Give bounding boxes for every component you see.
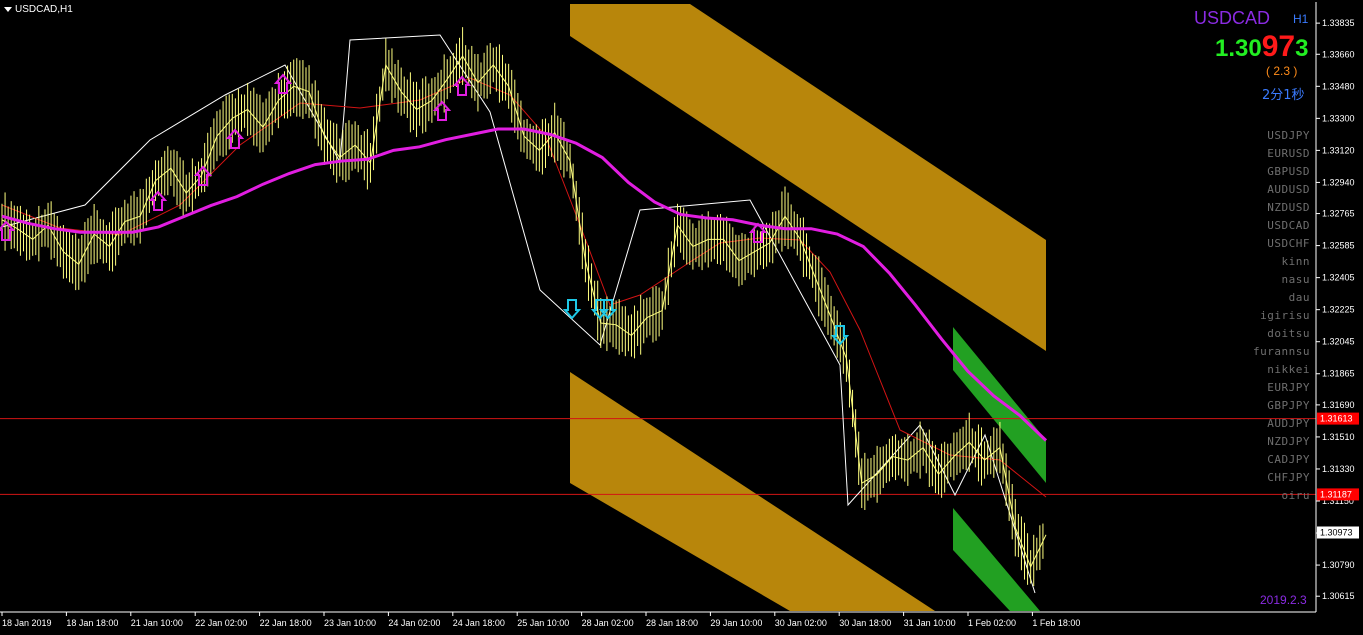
channel-green-lower xyxy=(953,508,1040,611)
price-tick-label: 1.32045 xyxy=(1322,337,1355,347)
chart-title[interactable]: USDCAD,H1 xyxy=(4,4,73,15)
pair-item[interactable]: AUDJPY xyxy=(1253,415,1310,433)
price-tick-label: 1.33660 xyxy=(1322,49,1355,59)
price-tick-label: 1.33120 xyxy=(1322,145,1355,155)
pair-item[interactable]: CHFJPY xyxy=(1253,469,1310,487)
indicator-version: 2019.2.3 xyxy=(1260,593,1307,607)
pair-item[interactable]: CADJPY xyxy=(1253,451,1310,469)
channel-bands xyxy=(570,4,1046,611)
buy-arrow-icon xyxy=(432,100,452,121)
price-tick-label: 1.32765 xyxy=(1322,209,1355,219)
price-tick-label: 1.32225 xyxy=(1322,305,1355,315)
time-tick-label: 25 Jan 10:00 xyxy=(517,618,569,628)
chart-title-text: USDCAD,H1 xyxy=(15,4,73,15)
channel-upper-band xyxy=(570,4,1046,351)
spread-value: ( 2.3 ) xyxy=(1266,64,1298,78)
price-tick-label: 1.31690 xyxy=(1322,400,1355,410)
price-tick-label: 1.32405 xyxy=(1322,273,1355,283)
pair-item[interactable]: NZDJPY xyxy=(1253,433,1310,451)
pair-item[interactable]: GBPUSD xyxy=(1253,163,1310,181)
price-tick-label: 1.30615 xyxy=(1322,591,1355,601)
pair-item[interactable]: EURJPY xyxy=(1253,379,1310,397)
time-tick-label: 18 Jan 2019 xyxy=(2,618,52,628)
pair-item[interactable]: nikkei xyxy=(1253,361,1310,379)
time-tick-label: 18 Jan 18:00 xyxy=(66,618,118,628)
pair-item[interactable]: GBPJPY xyxy=(1253,397,1310,415)
pair-item[interactable]: USDCAD xyxy=(1253,217,1310,235)
buy-arrow-icon xyxy=(148,190,168,211)
info-timeframe: H1 xyxy=(1293,12,1309,26)
price-tick-label: 1.32585 xyxy=(1322,241,1355,251)
time-tick-label: 29 Jan 10:00 xyxy=(710,618,762,628)
pair-item[interactable]: igirisu xyxy=(1253,307,1310,325)
time-tick-label: 23 Jan 10:00 xyxy=(324,618,376,628)
time-tick-label: 21 Jan 10:00 xyxy=(131,618,183,628)
pair-list: USDJPY EURUSD GBPUSD AUDUSD NZDUSD USDCAD USDC… xyxy=(1253,127,1310,505)
pair-item[interactable]: NZDUSD xyxy=(1253,199,1310,217)
price-part-1: 1.30 xyxy=(1215,35,1262,62)
menu-triangle-icon[interactable] xyxy=(4,7,12,12)
time-tick-label: 24 Jan 02:00 xyxy=(388,618,440,628)
price-chart[interactable]: 1.33835 1.33660 1.33480 1.33300 1.33120 1.329… xyxy=(0,0,1363,635)
price-tick-label: 1.33480 xyxy=(1322,81,1355,91)
price-marker-label: 1.31187 xyxy=(1320,489,1352,499)
pair-item[interactable]: nasu xyxy=(1253,271,1310,289)
time-tick-label: 30 Jan 02:00 xyxy=(775,618,827,628)
price-tick-label: 1.32940 xyxy=(1322,177,1355,187)
pair-item[interactable]: furannsu xyxy=(1253,343,1310,361)
current-price: 1.30973 xyxy=(1215,32,1308,62)
price-tick-label: 1.33300 xyxy=(1322,113,1355,123)
price-tick-label: 1.30790 xyxy=(1322,560,1355,570)
pair-item[interactable]: oiru xyxy=(1253,487,1310,505)
time-tick-label: 22 Jan 18:00 xyxy=(260,618,312,628)
price-tick-label: 1.31330 xyxy=(1322,464,1355,474)
pair-item[interactable]: EURUSD xyxy=(1253,145,1310,163)
time-tick-label: 1 Feb 18:00 xyxy=(1032,618,1080,628)
time-tick-label: 24 Jan 18:00 xyxy=(453,618,505,628)
pair-item[interactable]: USDJPY xyxy=(1253,127,1310,145)
price-tick-label: 1.31510 xyxy=(1322,432,1355,442)
price-tick-label: 1.33835 xyxy=(1322,18,1355,28)
price-axis: 1.33835 1.33660 1.33480 1.33300 1.33120 1.329… xyxy=(1316,18,1359,601)
time-tick-label: 28 Jan 18:00 xyxy=(646,618,698,628)
time-tick-label: 31 Jan 10:00 xyxy=(904,618,956,628)
price-tick-label: 1.31865 xyxy=(1322,369,1355,379)
price-marker-label: 1.31613 xyxy=(1320,414,1353,424)
time-tick-label: 28 Jan 02:00 xyxy=(582,618,634,628)
pair-item[interactable]: AUDUSD xyxy=(1253,181,1310,199)
pair-item[interactable]: USDCHF xyxy=(1253,235,1310,253)
bar-countdown: 2分1秒 xyxy=(1262,88,1305,103)
pair-item[interactable]: dau xyxy=(1253,289,1310,307)
price-marker-label: 1.30973 xyxy=(1320,527,1353,537)
info-symbol: USDCAD xyxy=(1194,8,1271,28)
price-part-2: 97 xyxy=(1261,30,1296,63)
pair-item[interactable]: doitsu xyxy=(1253,325,1310,343)
pair-item[interactable]: kinn xyxy=(1253,253,1310,271)
time-axis: 18 Jan 2019 18 Jan 18:00 21 Jan 10:00 22 Ja… xyxy=(1,612,1080,628)
time-tick-label: 1 Feb 02:00 xyxy=(968,618,1016,628)
price-part-3: 3 xyxy=(1295,35,1309,62)
time-tick-label: 30 Jan 18:00 xyxy=(839,618,891,628)
time-tick-label: 22 Jan 02:00 xyxy=(195,618,247,628)
